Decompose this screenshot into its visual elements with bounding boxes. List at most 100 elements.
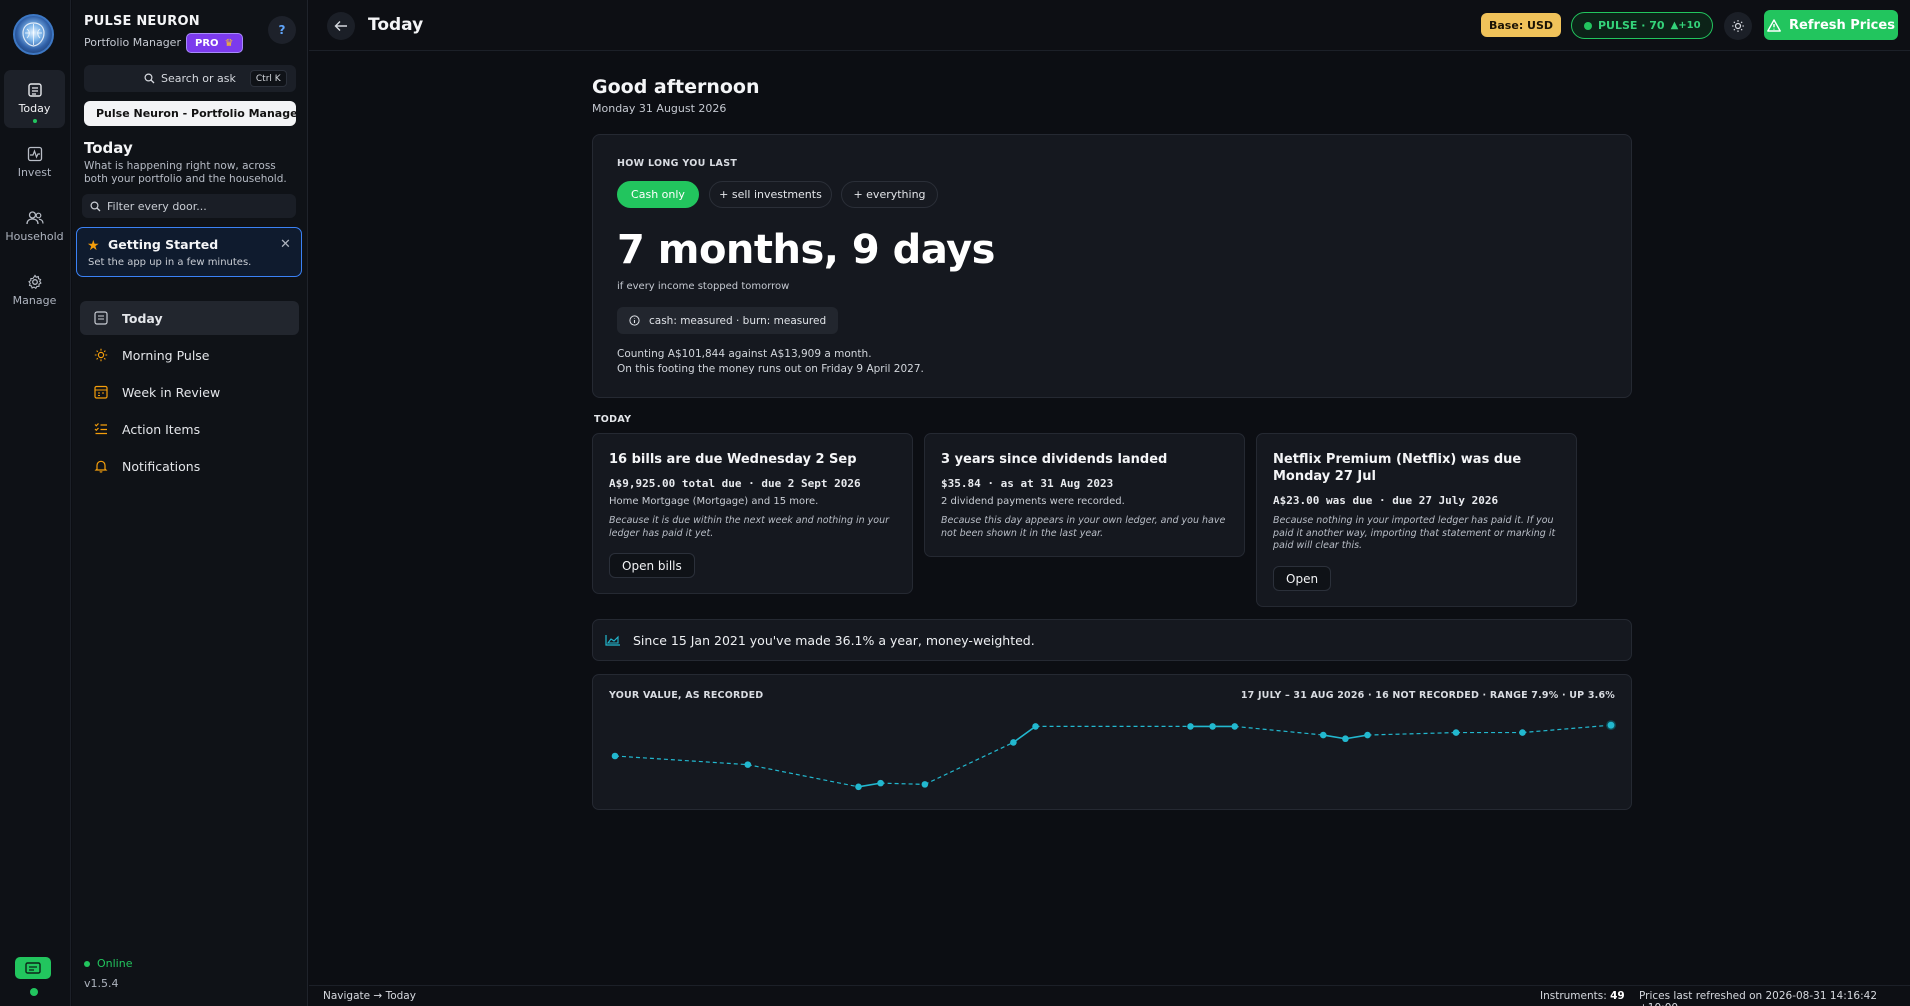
rail-item-label: Manage <box>12 294 57 307</box>
card-reason: Because it is due within the next week a… <box>609 515 890 539</box>
data-point[interactable] <box>1319 731 1327 739</box>
sidebar-item-label: Notifications <box>122 458 201 474</box>
pro-badge[interactable]: PRO ♛ <box>186 33 243 53</box>
screen-icon <box>25 962 41 974</box>
base-currency-button[interactable]: Base: USD <box>1481 13 1562 37</box>
data-point[interactable] <box>1231 723 1239 730</box>
app-window: Today Invest Household Manage PULSE NEUR… <box>0 0 1910 1006</box>
rail-item-today[interactable]: Today <box>4 70 65 128</box>
icon-rail: Today Invest Household Manage <box>0 0 71 1006</box>
data-point[interactable] <box>611 752 619 760</box>
bell-icon <box>94 460 108 473</box>
star-icon: ★ <box>87 238 100 254</box>
open-button[interactable]: Open <box>1273 566 1332 591</box>
back-button[interactable] <box>327 12 355 40</box>
data-point[interactable] <box>1364 731 1371 739</box>
app-version: v1.5.4 <box>84 977 119 990</box>
segment-sell-investments[interactable]: + sell investments <box>709 181 832 208</box>
window-title-pill[interactable]: Pulse Neuron - Portfolio Manager... <box>84 101 296 126</box>
getting-started-card[interactable]: ★ Getting Started Set the app up in a fe… <box>76 227 302 277</box>
data-point[interactable] <box>1342 735 1349 743</box>
brand-name: PULSE NEURON <box>84 14 200 29</box>
data-point[interactable] <box>855 783 862 791</box>
close-icon[interactable]: ✕ <box>280 237 291 252</box>
value-chart-card: YOUR VALUE, AS RECORDED 17 JULY – 31 AUG… <box>592 674 1632 810</box>
theme-toggle-button[interactable] <box>1724 12 1752 40</box>
instruments-count: Instruments: 49 <box>1540 990 1625 1002</box>
connection-status-dot <box>30 988 38 996</box>
sidebar-item-morning-pulse[interactable]: Morning Pulse <box>80 338 299 372</box>
brand-subtitle: Portfolio Manager <box>84 36 181 49</box>
search-icon <box>144 73 155 84</box>
rail-item-invest[interactable]: Invest <box>4 134 65 192</box>
card-title: Netflix Premium (Netflix) was due Monday… <box>1273 452 1522 484</box>
pulse-score-button[interactable]: PULSE · 70 ▲+10 <box>1571 12 1713 39</box>
refresh-prices-button[interactable]: Refresh Prices <box>1764 10 1898 40</box>
calendar-icon <box>27 83 42 97</box>
sidebar-item-label: Action Items <box>122 421 201 437</box>
series-segment <box>1323 734 1346 740</box>
crown-icon: ♛ <box>224 37 234 49</box>
bills-due-card: 16 bills are due Wednesday 2 Sep A$9,925… <box>592 433 913 594</box>
runway-headline: 7 months, 9 days <box>617 227 995 273</box>
data-point[interactable] <box>1519 729 1526 736</box>
dividends-anniversary-card: 3 years since dividends landed $35.84 · … <box>924 433 1245 557</box>
segment-everything[interactable]: + everything <box>841 181 938 208</box>
runway-label: HOW LONG YOU LAST <box>617 158 738 169</box>
series-segment <box>1012 725 1037 744</box>
greeting: Good afternoon <box>592 76 760 98</box>
series-segment <box>858 782 881 788</box>
runway-card: HOW LONG YOU LAST Cash only + sell inves… <box>592 134 1632 398</box>
card-subtitle: Home Mortgage (Mortgage) and 15 more. <box>609 496 819 507</box>
card-subtitle: 2 dividend payments were recorded. <box>941 496 1125 507</box>
series-segment <box>614 755 748 766</box>
data-point[interactable] <box>1209 723 1216 730</box>
activity-icon <box>27 146 42 162</box>
filter-placeholder: Filter every door... <box>107 199 207 213</box>
sidebar-item-week-in-review[interactable]: Week in Review <box>80 375 299 409</box>
data-point[interactable] <box>921 781 929 788</box>
card-reason: Because this day appears in your own led… <box>941 515 1226 539</box>
data-point[interactable] <box>1452 729 1460 736</box>
status-bar: Navigate → Today Instruments: 49 Prices … <box>309 985 1910 1006</box>
section-description: What is happening right now, across both… <box>84 160 287 185</box>
active-indicator-dot <box>32 119 37 123</box>
pulse-delta: ▲+10 <box>1670 20 1701 31</box>
netflix-overdue-card: Netflix Premium (Netflix) was due Monday… <box>1256 433 1577 607</box>
sidebar-item-notifications[interactable]: Notifications <box>80 449 299 483</box>
sidebar-item-today[interactable]: Today <box>80 301 299 335</box>
data-point[interactable] <box>1010 739 1017 746</box>
checklist-icon <box>94 423 107 435</box>
area-chart-icon <box>605 635 620 646</box>
segment-cash-only[interactable]: Cash only <box>617 181 699 208</box>
calendar-week-icon <box>94 385 108 399</box>
data-point[interactable] <box>1187 723 1194 730</box>
series-segment <box>1367 731 1457 736</box>
series-segment <box>1234 725 1324 736</box>
sidebar-item-action-items[interactable]: Action Items <box>80 412 299 446</box>
sun-icon <box>1732 20 1744 32</box>
instruments-label: Instruments: <box>1540 990 1607 1002</box>
search-shortcut-badge: Ctrl K <box>249 70 287 87</box>
open-bills-button[interactable]: Open bills <box>609 553 695 578</box>
info-icon <box>629 315 640 326</box>
help-button[interactable]: ? <box>268 16 296 44</box>
current-date: Monday 31 August 2026 <box>592 102 727 115</box>
getting-started-subtitle: Set the app up in a few minutes. <box>88 257 252 268</box>
rail-item-household[interactable]: Household <box>4 198 65 256</box>
measurement-badge[interactable]: cash: measured · burn: measured <box>617 307 839 334</box>
data-point[interactable] <box>1032 723 1039 730</box>
sidebar-item-label: Week in Review <box>122 384 221 400</box>
rail-item-manage[interactable]: Manage <box>4 262 65 320</box>
search-input[interactable]: Search or ask Ctrl K <box>84 65 296 92</box>
series-segment <box>747 764 859 788</box>
data-point[interactable] <box>744 761 752 768</box>
rail-item-label: Invest <box>17 166 52 179</box>
filter-input[interactable]: Filter every door... <box>82 194 296 218</box>
calendar-icon <box>94 311 108 325</box>
latest-value-point[interactable] <box>1606 720 1616 731</box>
status-dot <box>84 960 90 967</box>
sun-icon <box>94 348 108 362</box>
terminal-toggle-button[interactable] <box>15 957 51 979</box>
data-point[interactable] <box>877 779 884 787</box>
